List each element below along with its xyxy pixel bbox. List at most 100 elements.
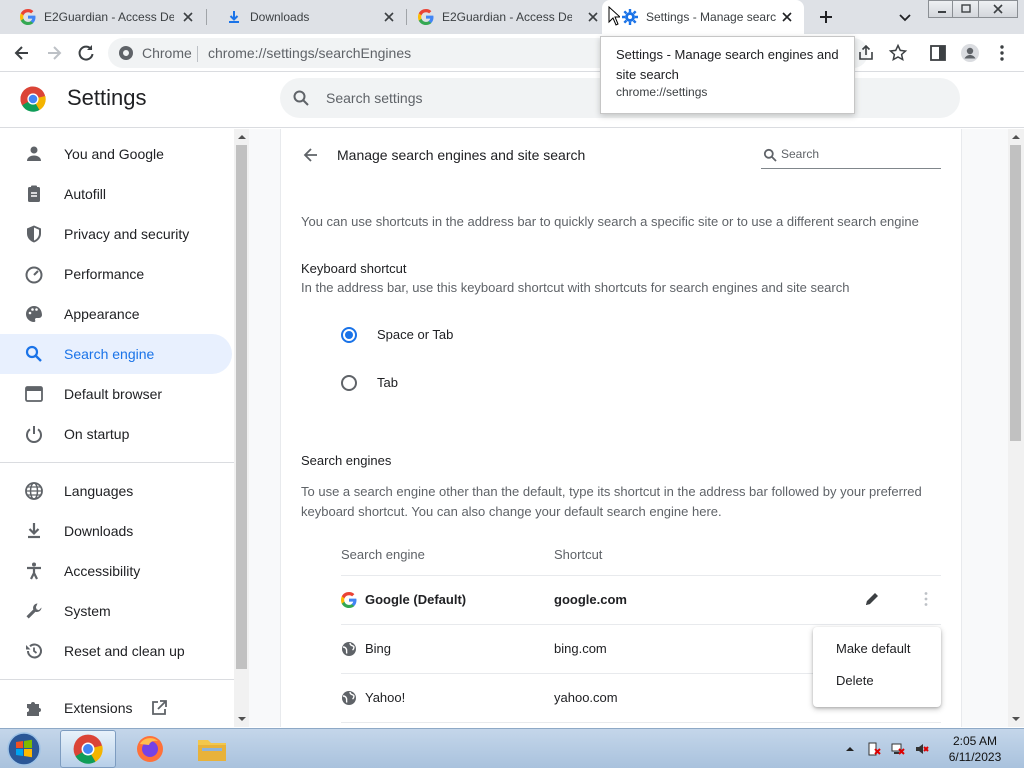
intro-text: You can use shortcuts in the address bar…: [301, 214, 919, 229]
menu-item-make-default[interactable]: Make default: [813, 633, 941, 665]
tab-search-button[interactable]: [896, 8, 914, 26]
radio-button[interactable]: [341, 327, 357, 343]
search-icon: [25, 345, 42, 362]
google-icon: [418, 9, 434, 25]
tab-downloads[interactable]: Downloads: [206, 0, 406, 34]
engine-shortcut: google.com: [554, 592, 627, 607]
tab-title: Settings - Manage search engines: [646, 10, 776, 24]
accessibility-icon: [27, 562, 41, 580]
tab-settings[interactable]: Settings - Manage search engines: [602, 0, 804, 34]
taskbar-explorer[interactable]: [184, 730, 240, 768]
search-icon: [763, 148, 777, 162]
action-center-icon[interactable]: [866, 741, 882, 757]
close-icon[interactable]: [181, 10, 195, 24]
sidebar-item-label: Search engine: [64, 346, 155, 362]
new-tab-button[interactable]: [816, 7, 836, 27]
menu-icon[interactable]: [992, 43, 1012, 63]
sidebar-item-privacy-and-security[interactable]: Privacy and security: [0, 214, 232, 254]
windows-taskbar: 2:05 AM 6/11/2023: [0, 728, 1024, 768]
open-in-new-icon: [152, 700, 167, 715]
network-icon[interactable]: [890, 741, 906, 757]
start-button[interactable]: [4, 731, 44, 767]
sidebar-item-appearance[interactable]: Appearance: [0, 294, 232, 334]
sidebar-item-system[interactable]: System: [0, 591, 232, 631]
sidebar-item-default-browser[interactable]: Default browser: [0, 374, 232, 414]
back-icon[interactable]: [12, 43, 32, 63]
close-icon[interactable]: [780, 10, 794, 24]
volume-icon[interactable]: [914, 741, 930, 757]
table-row[interactable]: Google (Default) google.com: [341, 576, 941, 624]
forward-icon[interactable]: [44, 43, 64, 63]
tab-title: E2Guardian - Access Denied: [44, 10, 174, 24]
engine-name: Google (Default): [365, 592, 467, 607]
radio-label: Space or Tab: [377, 327, 454, 342]
sidebar-item-reset-and-clean-up[interactable]: Reset and clean up: [0, 631, 232, 671]
engine-name: Bing: [365, 641, 392, 656]
sidebar-item-accessibility[interactable]: Accessibility: [0, 551, 232, 591]
shield-icon: [27, 225, 41, 243]
search-engines-title: Search engines: [301, 453, 392, 468]
reload-icon[interactable]: [76, 43, 96, 63]
puzzle-icon: [27, 702, 41, 716]
sidebar-item-label: Accessibility: [64, 563, 141, 579]
sidebar-scrollbar[interactable]: [234, 129, 249, 727]
taskbar-chrome[interactable]: [60, 730, 116, 768]
main-scrollbar[interactable]: [1008, 129, 1024, 727]
sidebar-item-performance[interactable]: Performance: [0, 254, 232, 294]
tab-e2guardian-2[interactable]: E2Guardian - Access Denied: [398, 0, 600, 34]
sidebar-item-label: On startup: [64, 426, 130, 442]
download-icon: [28, 523, 40, 539]
sidebar-item-label: Languages: [64, 483, 134, 499]
settings-header: Settings Search settings: [0, 72, 1024, 128]
sidebar-item-you-and-google[interactable]: You and Google: [0, 134, 232, 174]
site-label: Chrome: [142, 45, 192, 61]
settings-sidebar: You and Google Autofill Privacy and secu…: [0, 129, 234, 727]
profile-icon[interactable]: [960, 43, 980, 63]
sidebar-item-label: System: [64, 603, 111, 619]
engine-shortcut: bing.com: [554, 641, 607, 656]
radio-label: Tab: [377, 375, 398, 390]
sidebar-item-downloads[interactable]: Downloads: [0, 511, 232, 551]
mouse-cursor-icon: [608, 6, 620, 26]
tab-e2guardian-1[interactable]: E2Guardian - Access Denied: [0, 0, 205, 34]
sidebar-item-on-startup[interactable]: On startup: [0, 414, 232, 454]
taskbar-firefox[interactable]: [122, 730, 178, 768]
radio-tab[interactable]: Tab: [341, 373, 398, 393]
search-icon: [293, 90, 309, 106]
chrome-logo-icon: [20, 86, 46, 112]
sidebar-item-autofill[interactable]: Autofill: [0, 174, 232, 214]
radio-space-or-tab[interactable]: Space or Tab: [341, 325, 453, 345]
history-icon: [26, 643, 42, 659]
page-title: Settings: [67, 85, 147, 110]
share-icon[interactable]: [856, 43, 876, 63]
engine-actions-menu: Make default Delete: [813, 627, 941, 707]
url-text: chrome://settings/searchEngines: [208, 45, 412, 61]
clock-date: 6/11/2023: [948, 750, 1002, 764]
site-chip[interactable]: Chrome: [118, 45, 192, 61]
tray-expand-icon[interactable]: [842, 741, 858, 757]
column-header-engine: Search engine: [341, 547, 425, 562]
tab-title: Downloads: [250, 10, 310, 24]
sidebar-item-label: Appearance: [64, 306, 140, 322]
close-icon[interactable]: [382, 10, 396, 24]
back-arrow-icon[interactable]: [301, 145, 321, 165]
taskbar-clock[interactable]: 2:05 AM 6/11/2023: [940, 733, 1010, 765]
maximize-button[interactable]: [952, 0, 980, 18]
sidebar-item-label: Privacy and security: [64, 226, 190, 242]
side-panel-icon[interactable]: [928, 43, 948, 63]
close-window-button[interactable]: [978, 0, 1018, 18]
download-icon: [229, 11, 239, 23]
more-actions-icon[interactable]: [917, 590, 935, 608]
sidebar-item-extensions[interactable]: Extensions: [0, 688, 232, 728]
page-heading: Manage search engines and site search: [337, 147, 586, 163]
sidebar-item-languages[interactable]: Languages: [0, 471, 232, 511]
edit-pencil-icon[interactable]: [863, 590, 881, 608]
radio-button[interactable]: [341, 375, 357, 391]
search-engines-search-input[interactable]: Search: [761, 143, 941, 169]
clock-time: 2:05 AM: [952, 734, 998, 748]
close-icon[interactable]: [586, 10, 600, 24]
folder-icon: [198, 740, 226, 761]
bookmark-star-icon[interactable]: [888, 43, 908, 63]
sidebar-item-search-engine[interactable]: Search engine: [0, 334, 232, 374]
menu-item-delete[interactable]: Delete: [813, 665, 941, 697]
